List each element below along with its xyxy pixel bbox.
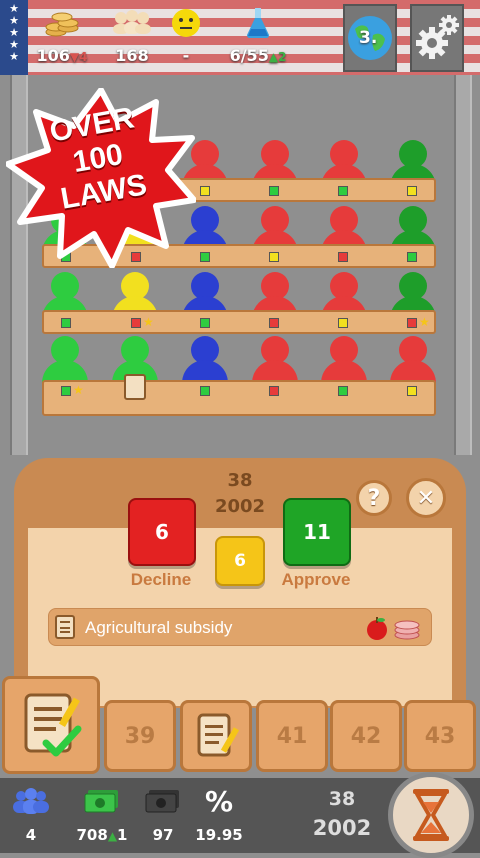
vote-indicator	[131, 318, 141, 328]
world-rank-label: 3.	[359, 28, 378, 48]
vote-indicator	[407, 186, 417, 196]
flask-icon	[218, 6, 298, 40]
happiness-value: -	[182, 46, 190, 65]
vote-indicator	[269, 318, 279, 328]
up-arrow-icon: ▲	[107, 829, 118, 843]
vote-indicator	[338, 386, 348, 396]
law-tab-42[interactable]: 42	[330, 700, 402, 772]
vote-indicator	[269, 252, 279, 262]
settings-button[interactable]	[410, 4, 464, 72]
vote-indicator	[200, 252, 210, 262]
star-icon: ★	[419, 315, 430, 329]
star-icon: ★	[143, 315, 154, 329]
money-change: 4	[79, 50, 88, 64]
law-tab-41[interactable]: 41	[256, 700, 328, 772]
research-value: 6/55	[229, 46, 269, 65]
top-status-bar: ★ ★ ★ ★ ★ 106▼4 168 - 6/55▲2 3.	[0, 0, 480, 75]
document-check-icon	[24, 693, 82, 757]
rate-stat[interactable]: % 19.95	[184, 784, 254, 845]
vote-indicator	[200, 386, 210, 396]
turn-number: 38	[328, 788, 356, 810]
bench-row-3	[42, 310, 436, 334]
law-tab-current[interactable]	[2, 676, 100, 774]
vote-indicator	[338, 252, 348, 262]
vote-indicator	[269, 186, 279, 196]
law-tab-40[interactable]	[180, 700, 252, 772]
vote-indicator	[407, 252, 417, 262]
down-arrow-icon: ▼	[69, 50, 80, 64]
vote-indicator	[338, 318, 348, 328]
research-change: 2	[278, 50, 287, 64]
gear-icon	[416, 15, 459, 59]
research-stat[interactable]: 6/55▲2	[218, 6, 298, 65]
vote-indicator	[269, 386, 279, 396]
bench-row-4	[42, 380, 436, 416]
document-pencil-icon	[197, 713, 240, 757]
vote-indicator	[200, 186, 210, 196]
star-icon: ★	[73, 383, 84, 397]
vote-indicator	[61, 318, 71, 328]
document-pencil-icon	[124, 374, 146, 400]
vote-indicator	[407, 386, 417, 396]
approve-count-button[interactable]: 11	[283, 498, 351, 566]
law-title-bar[interactable]: Agricultural subsidy	[48, 608, 432, 646]
neutral-face-icon	[146, 6, 226, 40]
law-tab-43[interactable]: 43	[404, 700, 476, 772]
decline-count-button[interactable]: 6	[128, 498, 196, 566]
money-value: 106	[36, 46, 70, 65]
approve-label: Approve	[281, 570, 351, 589]
money-stat[interactable]: 106▼4	[22, 6, 102, 65]
help-button[interactable]: ?	[356, 480, 392, 516]
law-tab-39[interactable]: 39	[104, 700, 176, 772]
coins-icon	[393, 618, 421, 640]
budget-change: 1	[117, 826, 128, 844]
panel-year: 2002	[214, 496, 266, 517]
happiness-stat[interactable]: -	[146, 6, 226, 65]
panel-law-number: 38	[227, 470, 253, 491]
law-title: Agricultural subsidy	[85, 618, 233, 637]
rate-value: 19.95	[195, 826, 243, 844]
document-icon	[55, 615, 75, 639]
next-turn-button[interactable]	[388, 772, 474, 858]
seats-stat[interactable]: 4	[0, 786, 66, 844]
apple-icon	[365, 616, 389, 640]
turn-year: 2002	[312, 816, 372, 840]
globe-icon: 3.	[347, 15, 393, 61]
world-ranking-button[interactable]: 3.	[343, 4, 397, 72]
close-button[interactable]: ✕	[406, 478, 446, 518]
decline-label: Decline	[130, 570, 192, 589]
vote-indicator	[61, 386, 71, 396]
abstain-count: 6	[215, 536, 265, 586]
badge-text: OVER 100 LAWS	[30, 98, 166, 219]
vote-indicator	[200, 318, 210, 328]
vote-indicator	[407, 318, 417, 328]
hourglass-icon	[413, 789, 449, 841]
vote-indicator	[338, 186, 348, 196]
seats-value: 4	[25, 826, 37, 844]
people-icon	[0, 786, 66, 816]
budget-value: 708	[76, 826, 108, 844]
coins-icon	[22, 6, 102, 40]
percent-icon: %	[204, 784, 234, 818]
up-arrow-icon: ▲	[268, 50, 279, 64]
